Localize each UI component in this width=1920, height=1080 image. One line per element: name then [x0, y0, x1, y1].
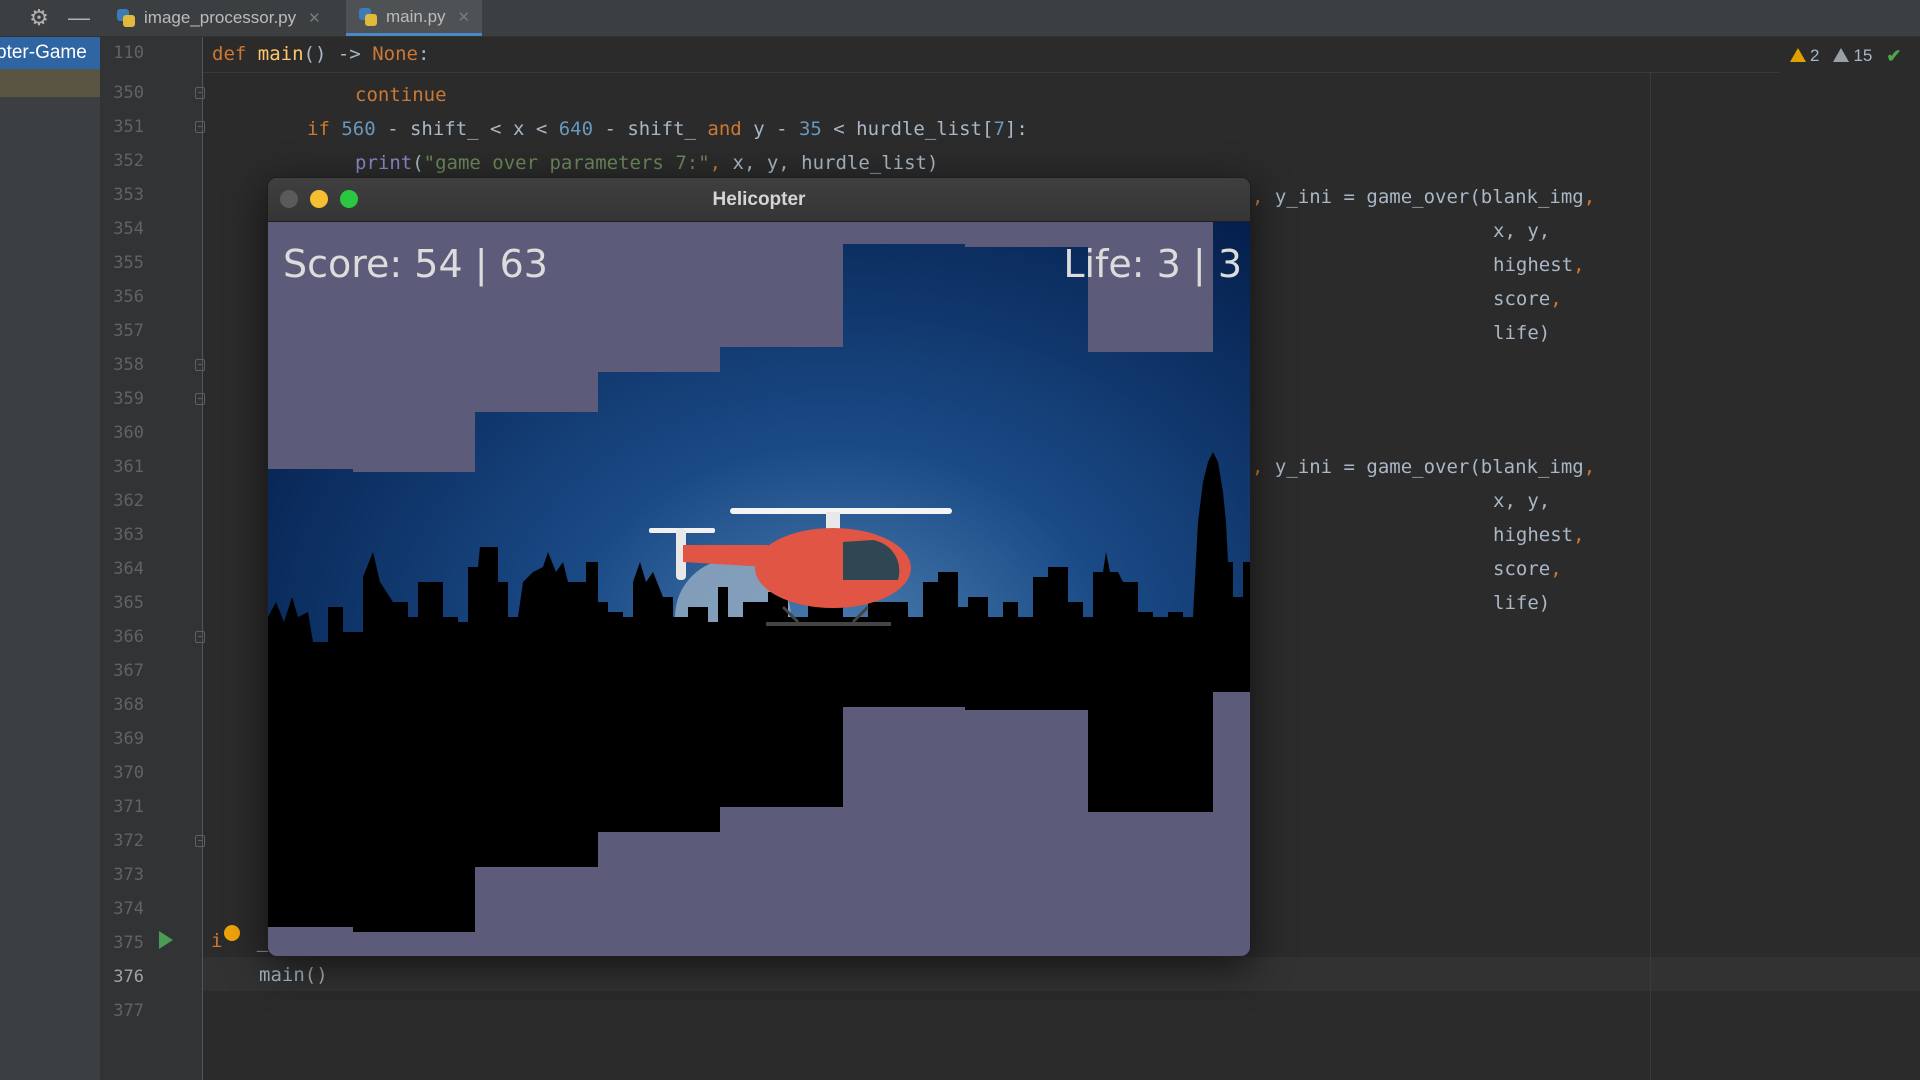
python-file-icon	[116, 8, 136, 28]
line-number: 352	[113, 151, 144, 171]
line-number: 362	[113, 491, 144, 511]
line-number: 353	[113, 185, 144, 205]
code-line-361[interactable]: , y_ini = game_over(blank_img,	[1252, 455, 1595, 479]
fold-marker-icon[interactable]	[195, 835, 205, 847]
line-number: 372	[113, 831, 144, 851]
weak-warning-count[interactable]: 15	[1833, 46, 1872, 66]
line-number: 364	[113, 559, 144, 579]
helicopter-game-window[interactable]: Helicopter Score: 54 | 63 Life: 3 | 3	[267, 177, 1251, 957]
code-line-357[interactable]: life)	[1493, 321, 1550, 345]
line-number: 354	[113, 219, 144, 239]
line-number: 357	[113, 321, 144, 341]
line-number: 371	[113, 797, 144, 817]
code-line-362[interactable]: x, y,	[1493, 489, 1550, 513]
fold-marker-icon[interactable]	[195, 359, 205, 371]
code-line-353[interactable]: , y_ini = game_over(blank_img,	[1252, 185, 1595, 209]
minimize-icon[interactable]: —	[62, 0, 96, 36]
code-line-350[interactable]: continue	[355, 83, 447, 107]
line-number: 350	[113, 83, 144, 103]
landing-skid	[766, 622, 891, 626]
main-rotor	[730, 508, 952, 514]
fold-marker-icon[interactable]	[195, 631, 205, 643]
run-icon[interactable]	[159, 931, 173, 949]
code-line-376[interactable]: main()	[259, 963, 328, 987]
line-number: 366	[113, 627, 144, 647]
code-line-364[interactable]: score,	[1493, 557, 1562, 581]
line-number: 359	[113, 389, 144, 409]
game-scene	[268, 222, 1250, 956]
life-display: Life: 3 | 3	[1063, 242, 1242, 286]
code-line-354[interactable]: x, y,	[1493, 219, 1550, 243]
sticky-function-header[interactable]	[203, 37, 1780, 73]
project-panel	[0, 37, 100, 1080]
game-canvas[interactable]: Score: 54 | 63 Life: 3 | 3	[268, 222, 1250, 956]
line-number: 375	[113, 933, 144, 953]
line-number: 355	[113, 253, 144, 273]
line-number: 374	[113, 899, 144, 919]
line-number: 110	[113, 43, 144, 63]
code-line-355[interactable]: highest,	[1493, 253, 1585, 277]
line-number: 373	[113, 865, 144, 885]
close-icon[interactable]: ✕	[308, 9, 321, 27]
warning-icon	[1790, 48, 1806, 62]
fold-marker-icon[interactable]	[195, 393, 205, 405]
code-line-356[interactable]: score,	[1493, 287, 1562, 311]
code-line-sticky[interactable]: def main() -> None:	[212, 42, 429, 66]
current-line-highlight	[203, 957, 1920, 991]
project-tree-selection[interactable]	[0, 69, 100, 97]
warning-count[interactable]: 2	[1790, 46, 1819, 66]
window-title: Helicopter	[712, 189, 806, 210]
python-file-icon	[358, 7, 378, 27]
bulb-icon[interactable]	[224, 925, 240, 941]
code-line-351[interactable]: if 560 - shift_ < x < 640 - shift_ and y…	[307, 117, 1028, 141]
line-number: 358	[113, 355, 144, 375]
close-icon[interactable]: ✕	[458, 8, 471, 26]
tab-image-processor[interactable]: image_processor.py ✕	[104, 0, 333, 36]
code-line-365[interactable]: life)	[1493, 591, 1550, 615]
line-number: 370	[113, 763, 144, 783]
line-number: 361	[113, 457, 144, 477]
fold-marker-icon[interactable]	[195, 121, 205, 133]
tab-label: main.py	[386, 6, 446, 26]
line-number: 351	[113, 117, 144, 137]
line-number: 368	[113, 695, 144, 715]
check-icon: ✔	[1886, 45, 1902, 66]
score-display: Score: 54 | 63	[283, 242, 548, 286]
line-number: 360	[113, 423, 144, 443]
weak-warning-icon	[1833, 48, 1850, 62]
right-margin-guide	[1650, 72, 1651, 1080]
line-number: 367	[113, 661, 144, 681]
project-tree-item[interactable]: pter-Game	[0, 37, 100, 69]
line-number: 356	[113, 287, 144, 307]
line-number: 365	[113, 593, 144, 613]
tab-main[interactable]: main.py ✕	[346, 0, 483, 36]
line-number: 376	[113, 967, 144, 987]
editor-tab-bar: ⚙ — image_processor.py ✕ main.py ✕	[0, 0, 1920, 37]
inspection-widget[interactable]: 2 15 ✔	[1790, 44, 1901, 68]
line-number: 377	[113, 1001, 144, 1021]
settings-icon[interactable]: ⚙	[22, 0, 56, 36]
tab-label: image_processor.py	[144, 8, 297, 27]
fold-marker-icon[interactable]	[195, 87, 205, 99]
window-titlebar[interactable]: Helicopter	[268, 178, 1250, 222]
line-number: 363	[113, 525, 144, 545]
code-line-363[interactable]: highest,	[1493, 523, 1585, 547]
line-number: 369	[113, 729, 144, 749]
code-line-352[interactable]: print("game over parameters 7:", x, y, h…	[355, 151, 938, 175]
